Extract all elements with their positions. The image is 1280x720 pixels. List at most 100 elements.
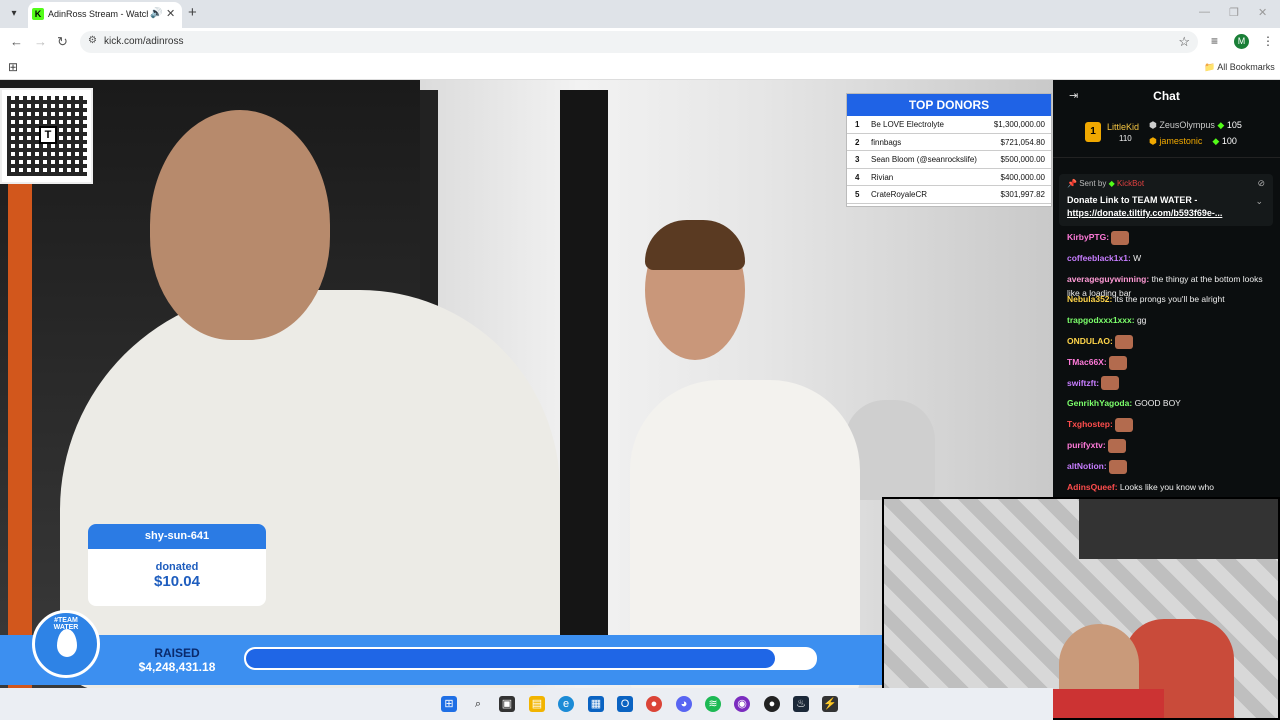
chat-message: AdinsQueef: Looks like you know who	[1067, 480, 1273, 494]
leader-second[interactable]: ⬢ ZeusOlympus ◆ 105	[1149, 120, 1242, 131]
donor-row: 3 Sean Bloom (@seanrockslife) $500,000.00	[847, 151, 1051, 169]
pinned-message[interactable]: 📌 Sent by ◆ KickBot ⊘ Donate Link to TEA…	[1059, 174, 1273, 226]
chat-text: GOOD BOY	[1134, 398, 1181, 409]
donor-name: Rivian	[871, 172, 894, 182]
pinned-sender-line: 📌 Sent by ◆ KickBot	[1067, 179, 1145, 188]
pinned-donate-link[interactable]: https://donate.tiltify.com/b593f69e-...	[1067, 208, 1247, 218]
discord-icon[interactable]: ◕	[676, 696, 692, 712]
app-icon[interactable]: ●	[764, 696, 780, 712]
speaker-icon[interactable]: 🔊	[150, 8, 162, 19]
chat-message: Nebula352: its the prongs you'll be alri…	[1067, 292, 1273, 306]
outlook-icon[interactable]: O	[617, 696, 633, 712]
raised-progress-fill	[246, 649, 776, 668]
steam-icon[interactable]: ♨	[793, 696, 809, 712]
windows-start-icon[interactable]: ⊞	[441, 696, 457, 712]
chat-title: Chat	[1153, 89, 1180, 103]
scene-rack	[560, 90, 608, 650]
back-icon[interactable]: ←	[10, 34, 23, 49]
top-donors-title: TOP DONORS	[847, 94, 1051, 116]
tab-search-chevron-icon[interactable]: ▾	[6, 6, 22, 22]
close-icon[interactable]: ✕	[166, 7, 175, 20]
chat-username[interactable]: ONDULAO:	[1067, 336, 1113, 346]
emote-icon	[1109, 355, 1128, 370]
new-tab-plus-icon[interactable]: +	[188, 4, 197, 21]
chat-message: coffeeblack1x1: W	[1067, 251, 1273, 265]
all-bookmarks-link[interactable]: 📁 All Bookmarks	[1204, 62, 1275, 73]
file-explorer-icon[interactable]: ▤	[529, 696, 545, 712]
leader-third[interactable]: ⬢ jamestonic ◆ 100	[1149, 136, 1237, 147]
pinned-title: Donate Link to TEAM WATER -	[1067, 195, 1198, 205]
chat-username[interactable]: purifyxtv:	[1067, 440, 1106, 450]
chat-message: purifyxtv:	[1067, 438, 1273, 453]
spotify-icon[interactable]: ≋	[705, 696, 721, 712]
donor-rank: 1	[855, 120, 860, 129]
team-water-logo: #TEAM WATER	[32, 610, 100, 678]
pinned-sender: KickBot	[1116, 179, 1145, 188]
chat-username[interactable]: trapgodxxx1xxx:	[1067, 315, 1135, 325]
webcam-shelf	[1079, 499, 1278, 559]
profile-avatar[interactable]: M	[1234, 34, 1249, 49]
app-icon[interactable]: ⚡	[822, 696, 838, 712]
donor-name: finnbags	[871, 137, 902, 147]
scene-person-head	[150, 110, 330, 340]
alert-amount: $10.04	[154, 573, 200, 590]
edge-icon[interactable]: e	[558, 696, 574, 712]
window-close-icon[interactable]: ✕	[1258, 6, 1267, 19]
chat-username[interactable]: GenrikhYagoda:	[1067, 398, 1132, 408]
donor-row: 4 Rivian $400,000.00	[847, 169, 1051, 186]
chat-username[interactable]: altNotion:	[1067, 461, 1107, 471]
chat-username[interactable]: averageguywinning:	[1067, 274, 1149, 284]
taskbar: ⊞ ⌕ ▣ ▤ e ▦ O ● ◕ ≋ ◉ ● ♨ ⚡	[0, 688, 1053, 720]
emote-icon	[1111, 230, 1130, 245]
obs-icon[interactable]: ◉	[734, 696, 750, 712]
chat-username[interactable]: coffeeblack1x1:	[1067, 253, 1131, 263]
alert-username: shy-sun-641	[88, 524, 266, 549]
apps-grid-icon[interactable]: ⊞	[8, 60, 18, 74]
restore-icon[interactable]: ❐	[1229, 6, 1239, 19]
leader-first-name[interactable]: LittleKid	[1107, 122, 1139, 132]
reload-icon[interactable]: ↻	[57, 34, 68, 50]
site-info-icon[interactable]: ⚙	[88, 35, 97, 46]
emote-icon	[1115, 417, 1134, 432]
address-bar[interactable]: ⚙ kick.com/adinross ☆	[80, 31, 1198, 53]
chat-message: Txghostep:	[1067, 417, 1273, 432]
chat-username[interactable]: Txghostep:	[1067, 419, 1113, 429]
chat-username[interactable]: Nebula352:	[1067, 294, 1112, 304]
minimize-icon[interactable]: —	[1199, 6, 1210, 18]
store-icon[interactable]: ▦	[588, 696, 604, 712]
tab-strip: ▾ K AdinRoss Stream - Watch Live 🔊 ✕ + —…	[0, 0, 1280, 28]
scene-person	[60, 290, 560, 688]
chat-message: swiftzft:	[1067, 376, 1273, 391]
chat-text: W	[1133, 252, 1142, 263]
media-control-icon[interactable]: ≡	[1211, 34, 1218, 48]
bookmark-star-icon[interactable]: ☆	[1178, 34, 1190, 50]
chat-username[interactable]: KirbyPTG:	[1067, 232, 1109, 242]
leader-third-name: jamestonic	[1159, 136, 1203, 146]
alert-label: donated	[155, 561, 199, 573]
chat-message: altNotion:	[1067, 459, 1273, 474]
emote-icon	[1109, 459, 1128, 474]
task-view-icon[interactable]: ▣	[499, 696, 515, 712]
chrome-icon[interactable]: ●	[646, 696, 662, 712]
chat-username[interactable]: TMac66X:	[1067, 357, 1107, 367]
forward-icon[interactable]: →	[34, 34, 47, 49]
chat-message: trapgodxxx1xxx: gg	[1067, 313, 1273, 327]
hide-pin-icon[interactable]: ⊘	[1257, 178, 1265, 189]
chat-username[interactable]: AdinsQueef:	[1067, 482, 1118, 492]
webcam-person-shirt	[1044, 689, 1164, 718]
chat-header: ⇥ Chat	[1053, 86, 1280, 106]
donor-amount: $721,054.80	[1000, 137, 1046, 147]
chat-message: ONDULAO:	[1067, 334, 1273, 349]
leader-third-count: 100	[1221, 136, 1237, 146]
donor-amount: $1,300,000.00	[993, 120, 1045, 129]
donor-amount: $500,000.00	[1000, 155, 1046, 164]
chevron-down-icon[interactable]: ⌄	[1255, 196, 1263, 207]
chat-username[interactable]: swiftzft:	[1067, 378, 1099, 388]
leader-first-count: 110	[1119, 134, 1132, 143]
pinned-sent-by: Sent by	[1079, 179, 1107, 188]
search-icon[interactable]: ⌕	[470, 696, 486, 712]
tab-adinross[interactable]: K AdinRoss Stream - Watch Live 🔊 ✕	[28, 2, 182, 28]
donor-name: Sean Bloom (@seanrockslife)	[871, 155, 977, 164]
kebab-menu-icon[interactable]: ⋮	[1262, 34, 1274, 48]
chat-text: Looks like you know who	[1119, 481, 1214, 492]
